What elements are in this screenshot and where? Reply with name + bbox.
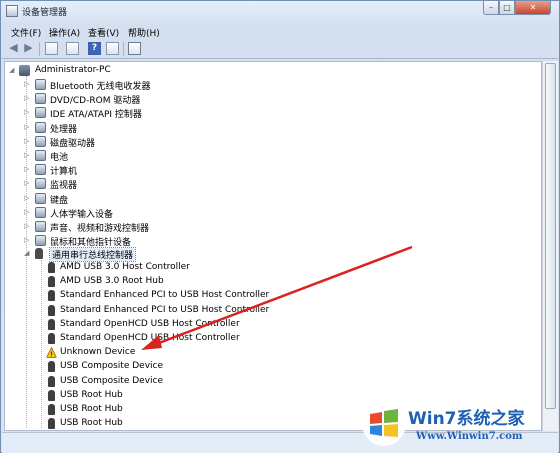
annotation-overlay (141, 245, 413, 350)
red-arrow-shaft (150, 245, 413, 348)
win7-watermark: Win7系统之家 Www.Winwin7.com (360, 400, 556, 450)
red-arrow-head (141, 335, 162, 350)
windows-logo-icon (362, 402, 406, 446)
watermark-brand: Win7系统之家 (408, 409, 525, 429)
watermark-url: Www.Winwin7.com (416, 431, 523, 442)
